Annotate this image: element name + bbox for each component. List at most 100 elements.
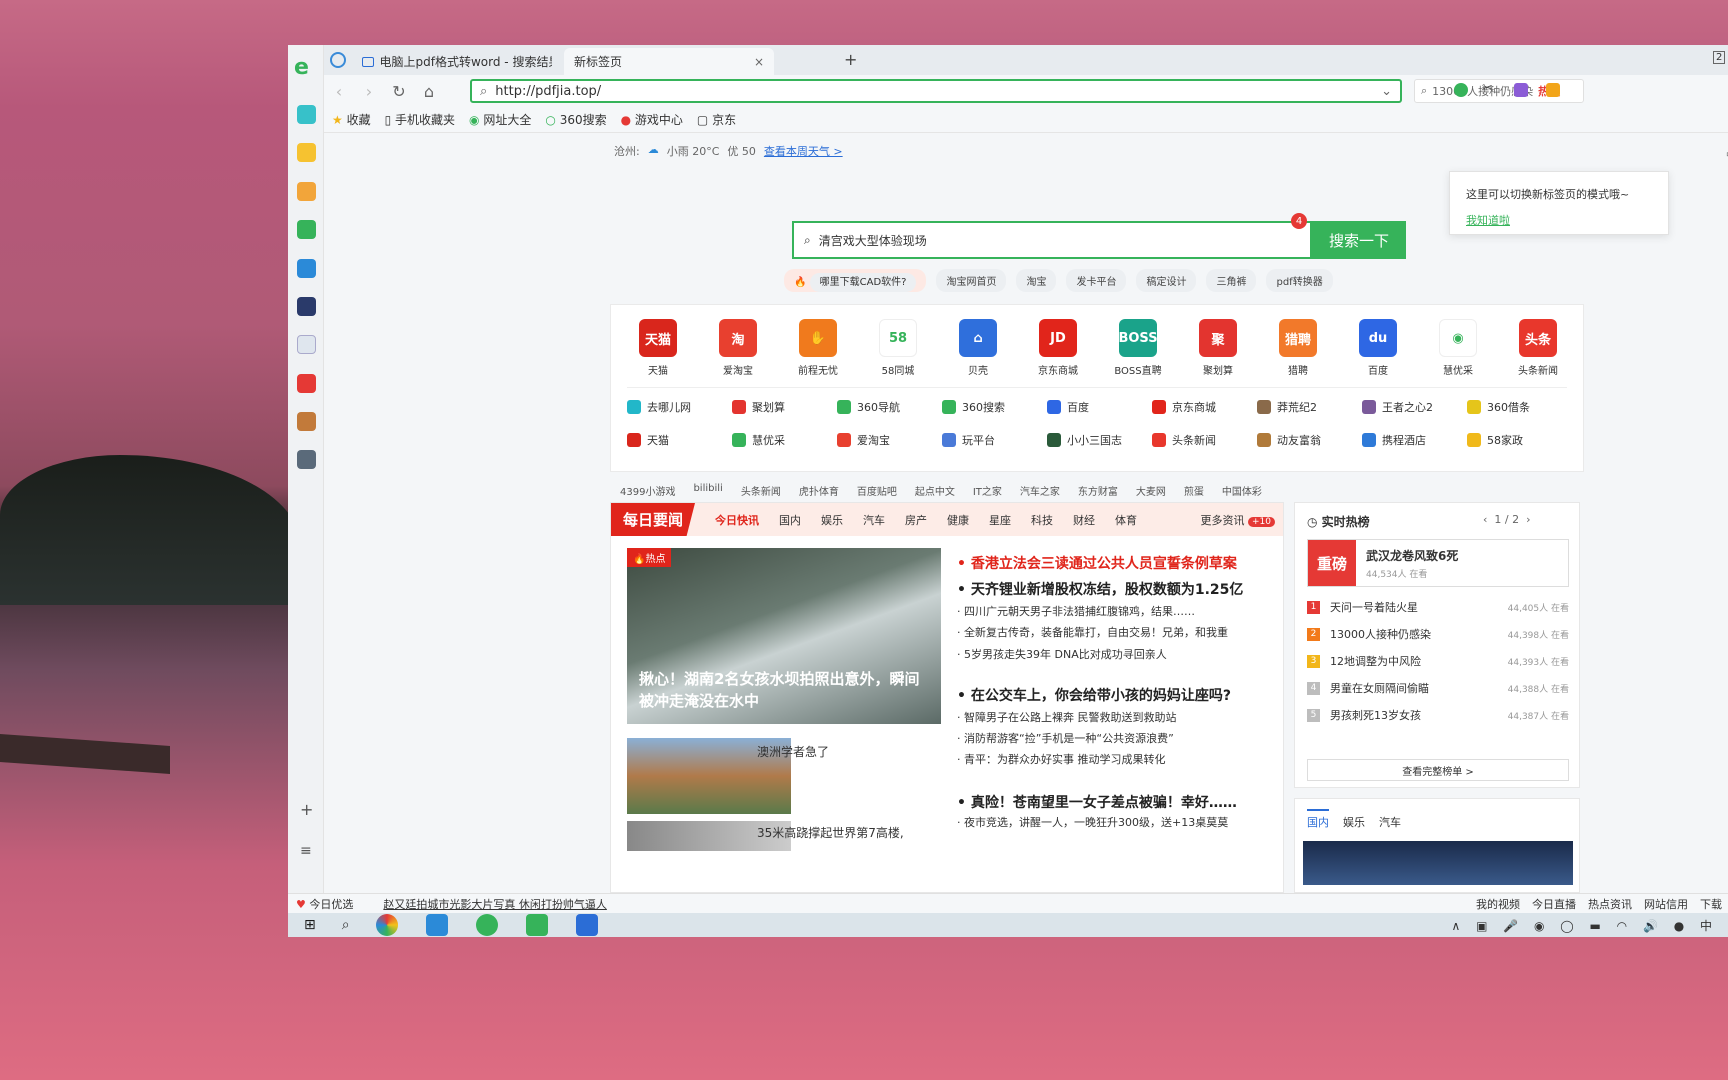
bookmark-360search[interactable]: ○ 360搜索: [545, 111, 606, 128]
news-headline[interactable]: · 全新复古传奇，装备能靠打，自由交易！兄弟，和我重: [957, 624, 1228, 640]
site-10[interactable]: ◉ 慧优采: [1421, 319, 1495, 377]
tab-auto[interactable]: 汽车: [1379, 809, 1401, 830]
small-site-link[interactable]: 360搜索: [942, 399, 1047, 415]
news-headline[interactable]: • 真险！苍南望里一女子差点被骗！幸好……: [957, 792, 1237, 812]
small-site-link[interactable]: 小小三国志: [1047, 432, 1152, 448]
status-link[interactable]: 我的视频: [1476, 896, 1520, 912]
small-site-link[interactable]: 360导航: [837, 399, 942, 415]
site-5[interactable]: JD 京东商城: [1021, 319, 1095, 377]
browser-icon[interactable]: [525, 914, 548, 936]
text-link[interactable]: 起点中文: [915, 483, 955, 498]
news-tab[interactable]: 星座: [989, 512, 1011, 528]
site-8[interactable]: 猎聘 猎聘: [1261, 319, 1335, 377]
sidebar-avatar-icon[interactable]: [297, 412, 316, 431]
close-icon[interactable]: ×: [754, 55, 764, 69]
small-site-link[interactable]: 天猫: [627, 432, 732, 448]
wps-icon[interactable]: [575, 914, 598, 936]
system-tray[interactable]: ∧ ▣ 🎤 ◉ ◯ ▬ ◠ 🔊 ● 中: [1451, 917, 1718, 934]
small-site-link[interactable]: 王者之心2: [1362, 399, 1467, 415]
side-news-2[interactable]: 35米高跷撑起世界第7高楼,: [757, 824, 904, 841]
news-tab[interactable]: 国内: [779, 512, 801, 528]
hot-list-item[interactable]: 3 12地调整为中风险 44,393人 在看: [1307, 653, 1569, 669]
search-button[interactable]: 搜索一下: [1312, 221, 1406, 259]
hot-list-item[interactable]: 2 13000人接种仍感染 44,398人 在看: [1307, 626, 1569, 642]
chevron-down-icon[interactable]: ⌄: [1381, 84, 1392, 99]
tab-search-results[interactable]: 电脑上pdf格式转word - 搜索结果: [352, 48, 562, 75]
small-site-link[interactable]: 58家政: [1467, 432, 1572, 448]
site-6[interactable]: BOSS BOSS直聘: [1101, 319, 1175, 377]
refresh-icon[interactable]: ↻: [384, 82, 414, 101]
news-tab[interactable]: 财经: [1073, 512, 1095, 528]
small-site-link[interactable]: 携程酒店: [1362, 432, 1467, 448]
window-count-badge[interactable]: 2: [1713, 51, 1726, 64]
sidebar-mail-icon[interactable]: [297, 220, 316, 239]
bookmark-mobile[interactable]: ▯ 手机收藏夹: [385, 111, 455, 128]
text-link[interactable]: 大麦网: [1136, 483, 1166, 498]
status-link[interactable]: 今日直播: [1532, 896, 1576, 912]
news-tab[interactable]: 娱乐: [821, 512, 843, 528]
news-tab[interactable]: 体育: [1115, 512, 1137, 528]
more-news-link[interactable]: 更多资讯 +10: [1201, 512, 1275, 528]
site-11[interactable]: 头条 头条新闻: [1501, 319, 1575, 377]
small-site-link[interactable]: 去哪儿网: [627, 399, 732, 415]
text-link[interactable]: 汽车之家: [1020, 483, 1060, 498]
news-headline[interactable]: · 智障男子在公路上裸奔 民警救助送到救助站: [957, 709, 1177, 725]
site-4[interactable]: ⌂ 贝壳: [941, 319, 1015, 377]
status-link[interactable]: 热点资讯: [1588, 896, 1632, 912]
news-ticker[interactable]: 赵又廷拍城市光影大片写真 休闲打扮帅气逼人: [383, 896, 607, 912]
hot-tag[interactable]: 发卡平台: [1066, 269, 1127, 292]
news-headline[interactable]: • 香港立法会三读通过公共人员宣誓条例草案: [957, 553, 1237, 573]
small-site-link[interactable]: 动友富翁: [1257, 432, 1362, 448]
today-picks[interactable]: ♥ 今日优选: [296, 896, 353, 912]
menu-icon[interactable]: ≡: [300, 843, 312, 859]
news-tab[interactable]: 科技: [1031, 512, 1053, 528]
news-headline[interactable]: • 天齐锂业新增股权冻结，股权数额为1.25亿: [957, 579, 1243, 599]
small-site-link[interactable]: 聚划算: [732, 399, 837, 415]
chrome-icon[interactable]: [375, 914, 398, 936]
back-icon[interactable]: ‹: [324, 82, 354, 101]
text-link[interactable]: 东方财富: [1078, 483, 1118, 498]
tab-new-tab[interactable]: 新标签页 ×: [564, 48, 774, 75]
sidebar-weibo-icon[interactable]: [297, 182, 316, 201]
sidebar-p-icon[interactable]: [297, 259, 316, 278]
small-site-link[interactable]: 头条新闻: [1152, 432, 1257, 448]
hot-tag[interactable]: 稿定设计: [1136, 269, 1197, 292]
extension-icon[interactable]: [1454, 83, 1468, 97]
new-tab-button[interactable]: +: [844, 50, 857, 69]
news-headline[interactable]: · 夜市竞选，讲醒一人，一晚狂升300级，送+13桌莫莫: [957, 814, 1228, 830]
hot-list-item[interactable]: 1 天问一号着陆火星 44,405人 在看: [1307, 599, 1569, 615]
text-link[interactable]: 4399小游戏: [620, 483, 675, 498]
small-site-link[interactable]: 爱淘宝: [837, 432, 942, 448]
tab-entertainment[interactable]: 娱乐: [1343, 809, 1365, 830]
news-headline[interactable]: • 在公交车上，你会给带小孩的妈妈让座吗?: [957, 685, 1231, 705]
windows-start-icon[interactable]: ⊞: [304, 917, 316, 933]
hot-list-pager[interactable]: ‹ 1 / 2 ›: [1483, 513, 1531, 526]
site-1[interactable]: 淘爱淘宝: [701, 319, 775, 377]
bookmark-jd[interactable]: ▢ 京东: [697, 111, 736, 128]
text-link[interactable]: 中国体彩: [1222, 483, 1262, 498]
status-link[interactable]: 网站信用: [1644, 896, 1688, 912]
news-tab[interactable]: 汽车: [863, 512, 885, 528]
hot-list-item[interactable]: 4 男童在女厕隔间偷瞄 44,388人 在看: [1307, 680, 1569, 696]
hero-title[interactable]: 揪心！湖南2名女孩水坝拍照出意外，瞬间被冲走淹没在水中: [639, 668, 931, 712]
explorer-icon[interactable]: [425, 914, 448, 936]
news-headline[interactable]: · 5岁男孩走失39年 DNA比对成功寻回亲人: [957, 646, 1167, 662]
text-link[interactable]: 头条新闻: [741, 483, 781, 498]
hot-tag[interactable]: 三角裤: [1206, 269, 1257, 292]
text-link[interactable]: 百度贴吧: [857, 483, 897, 498]
hot-tag[interactable]: 🔥 哪里下载CAD软件?: [784, 269, 927, 292]
news-tab[interactable]: 今日快讯: [715, 512, 759, 528]
sidebar-photo-icon[interactable]: [297, 450, 316, 469]
home-icon[interactable]: ⌂: [414, 82, 444, 101]
sidebar-plus-icon[interactable]: [297, 105, 316, 124]
weather-link[interactable]: 查看本周天气 >: [764, 143, 843, 159]
site-2[interactable]: ✋ 前程无忧: [781, 319, 855, 377]
add-icon[interactable]: +: [300, 800, 313, 819]
status-link[interactable]: 下载: [1700, 896, 1722, 912]
search-box[interactable]: ⌕ 清宫戏大型体验现场: [792, 221, 1312, 259]
send-icon[interactable]: [330, 52, 346, 68]
news-headline[interactable]: · 青平：为群众办好实事 推动学习成果转化: [957, 751, 1166, 767]
text-link[interactable]: 煎蛋: [1184, 483, 1204, 498]
tab-image[interactable]: [1303, 841, 1573, 885]
site-7[interactable]: 聚聚划算: [1181, 319, 1255, 377]
